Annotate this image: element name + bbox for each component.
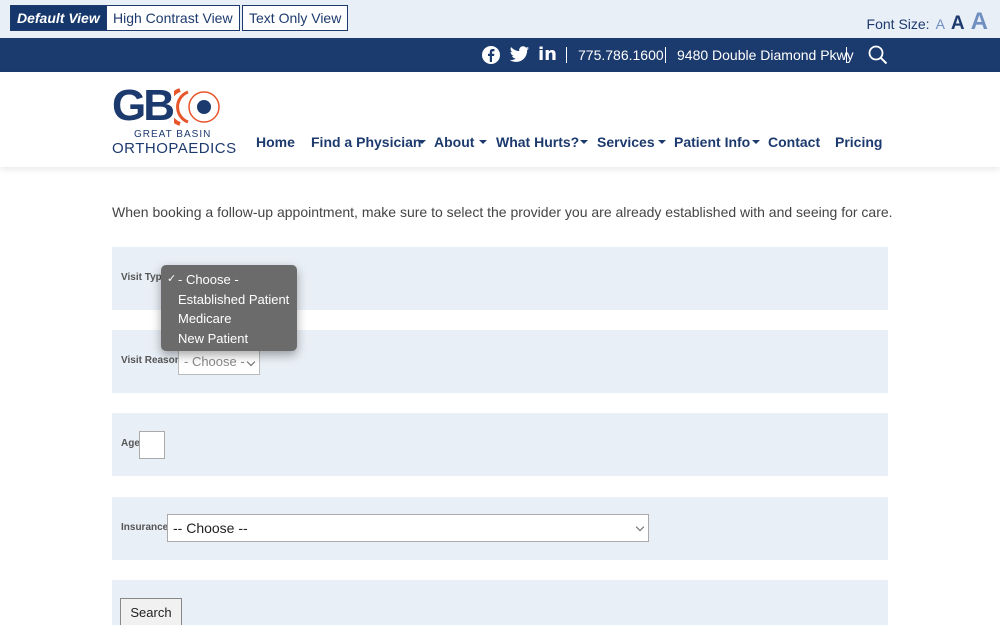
twitter-icon[interactable] [509, 45, 530, 65]
nav-home[interactable]: Home [256, 134, 295, 150]
chevron-down-icon[interactable] [479, 140, 487, 144]
logo-line2: ORTHOPAEDICS [112, 140, 237, 157]
logo-mark: GB [112, 81, 175, 130]
visit-reason-value: - Choose - [184, 354, 245, 369]
visit-type-option[interactable]: Medicare [161, 309, 297, 329]
search-icon[interactable] [868, 45, 888, 65]
nav-patient-info[interactable]: Patient Info [674, 134, 750, 150]
insurance-value: -- Choose -- [173, 520, 248, 536]
site-header: GB GREAT BASIN ORTHOPAEDICS Home Find a … [0, 72, 1000, 167]
font-size-large-button[interactable]: A [971, 8, 988, 36]
chevron-down-icon [635, 522, 645, 532]
nav-about[interactable]: About [434, 134, 474, 150]
visit-type-option[interactable]: Established Patient [161, 290, 297, 310]
insurance-label: Insurance [121, 522, 169, 533]
separator [566, 47, 567, 63]
nav-pricing[interactable]: Pricing [835, 134, 882, 150]
intro-text: When booking a follow-up appointment, ma… [112, 204, 893, 220]
nav-services[interactable]: Services [597, 134, 655, 150]
chevron-down-icon[interactable] [752, 140, 760, 144]
insurance-row: Insurance -- Choose -- [112, 497, 888, 560]
font-size-control: Font Size: A A A [867, 8, 988, 36]
address-link[interactable]: 9480 Double Diamond Pkwy [677, 38, 854, 72]
default-view-button[interactable]: Default View [10, 5, 107, 31]
visit-reason-select[interactable]: - Choose - [178, 349, 260, 375]
chevron-down-icon[interactable] [580, 140, 588, 144]
font-size-label: Font Size: [866, 16, 930, 32]
visit-type-dropdown[interactable]: ✓ - Choose - Established Patient Medicar… [161, 265, 297, 351]
age-row: Age [112, 413, 888, 476]
separator [846, 47, 847, 63]
separator [665, 47, 666, 63]
linkedin-icon[interactable]: in [538, 38, 557, 72]
age-input[interactable] [139, 431, 165, 459]
chevron-down-icon [246, 357, 256, 367]
visit-type-option[interactable]: New Patient [161, 329, 297, 349]
search-button[interactable]: Search [120, 598, 182, 625]
checkmark-icon: ✓ [167, 273, 177, 285]
text-only-view-button[interactable]: Text Only View [242, 5, 349, 31]
phone-link[interactable]: 775.786.1600 [578, 38, 664, 72]
nav-what-hurts[interactable]: What Hurts? [496, 134, 579, 150]
search-row [112, 580, 888, 625]
chevron-down-icon[interactable] [658, 140, 666, 144]
age-label: Age [121, 438, 140, 449]
high-contrast-view-button[interactable]: High Contrast View [106, 5, 240, 31]
top-contact-bar: in 775.786.1600 9480 Double Diamond Pkwy [0, 38, 1000, 72]
insurance-select[interactable]: -- Choose -- [167, 514, 649, 542]
logo[interactable]: GB GREAT BASIN ORTHOPAEDICS [112, 81, 236, 158]
logo-eye-icon [174, 88, 220, 126]
nav-contact[interactable]: Contact [768, 134, 820, 150]
font-size-medium-button[interactable]: A [951, 13, 965, 35]
accessibility-bar: Default View High Contrast View Text Onl… [0, 0, 1000, 38]
visit-type-option[interactable]: ✓ - Choose - [161, 270, 297, 290]
visit-reason-label: Visit Reason [121, 355, 181, 366]
logo-line1: GREAT BASIN [134, 129, 212, 140]
chevron-down-icon[interactable] [418, 140, 426, 144]
nav-find-a-physician[interactable]: Find a Physician [311, 134, 421, 150]
font-size-small-button[interactable]: A [936, 16, 945, 32]
facebook-icon[interactable] [481, 45, 501, 65]
